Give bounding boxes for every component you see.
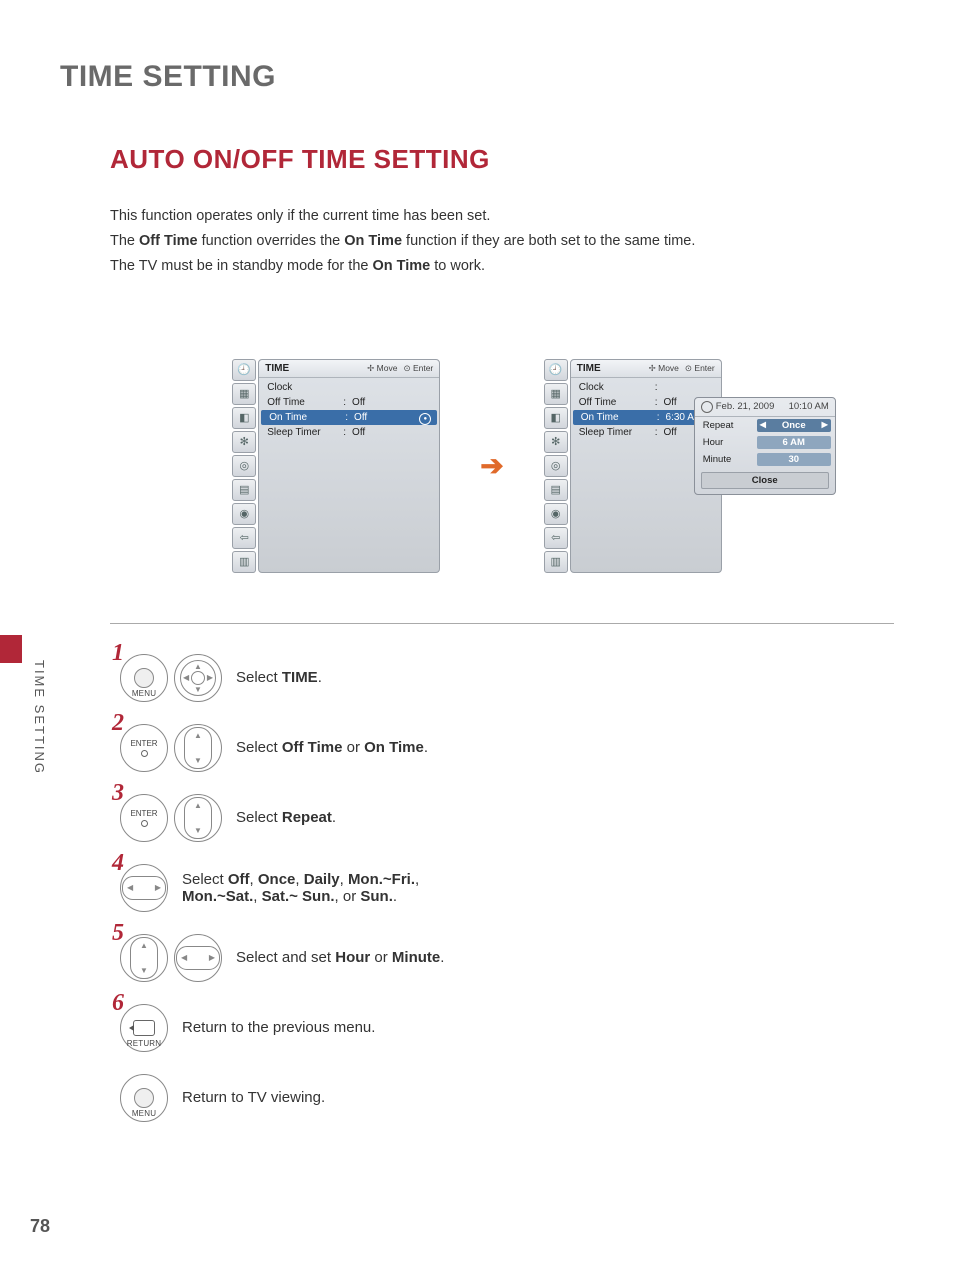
remote-updown-icon: ▲▼	[174, 724, 222, 772]
input-category-icon: ◉	[232, 503, 256, 525]
step-number: 4	[112, 850, 124, 877]
step-7: MENU Return to TV viewing.	[120, 1074, 894, 1122]
side-tab-label: TIME SETTING	[32, 660, 47, 775]
popup-row-repeat: Repeat ◀ Once ▶	[695, 417, 835, 434]
step-number: 6	[112, 990, 124, 1017]
input-category-icon: ◉	[544, 503, 568, 525]
remote-menu-button-icon: MENU	[120, 654, 168, 702]
remote-enter-button-icon: ENTER	[120, 724, 168, 772]
step-number: 3	[112, 780, 124, 807]
steps-list: 1 MENU ▲▼ ◀▶ Select TIME. 2	[120, 654, 894, 1122]
osd-header: TIME ✢ Move ⊙ Enter	[571, 360, 721, 378]
step-4: 4 ◀▶ Select Off, Once, Daily, Mon.~Fri.,…	[120, 864, 894, 912]
audio-category-icon: ◧	[544, 407, 568, 429]
triangle-left-icon: ◀	[760, 420, 766, 429]
section-title: AUTO ON/OFF TIME SETTING	[110, 144, 894, 175]
arrow-right-icon: ➔	[480, 449, 503, 482]
osd-row-clock: Clock	[259, 380, 439, 395]
repeat-field: ◀ Once ▶	[757, 419, 831, 432]
page-number: 78	[30, 1216, 50, 1237]
time-category-icon: 🕘	[232, 359, 256, 381]
step-number: 5	[112, 920, 124, 947]
on-time-popup: Feb. 21, 2009 10:10 AM Repeat ◀ Once ▶ H…	[694, 397, 836, 495]
popup-date: Feb. 21, 2009	[716, 401, 775, 412]
remote-leftright-icon: ◀▶	[174, 934, 222, 982]
intro-line-3: The TV must be in standby mode for the O…	[110, 255, 894, 278]
osd-icon-column: 🕘 ▦ ◧ ✻ ◎ ▤ ◉ ⇦ ▥	[544, 359, 568, 573]
usb-category-icon: ⇦	[544, 527, 568, 549]
popup-header: Feb. 21, 2009 10:10 AM	[695, 398, 835, 417]
osd-title: TIME	[265, 363, 289, 374]
picture-category-icon: ▦	[232, 383, 256, 405]
step-6: 6 RETURN Return to the previous menu.	[120, 1004, 894, 1052]
misc-category-icon: ▥	[544, 551, 568, 573]
osd-panel: TIME ✢ Move ⊙ Enter Clock Off Time : Off	[258, 359, 440, 573]
popup-row-minute: Minute 30	[695, 451, 835, 468]
hint-move-icon: ✢ Move	[367, 363, 397, 374]
step-5: 5 ▲▼ ◀▶ Select and set Hour or Minute.	[120, 934, 894, 982]
remote-updown-icon: ▲▼	[120, 934, 168, 982]
intro-line-1: This function operates only if the curre…	[110, 205, 894, 228]
popup-row-hour: Hour 6 AM	[695, 434, 835, 451]
intro-line-2: The Off Time function overrides the On T…	[110, 230, 894, 253]
hint-enter-icon: ⊙ Enter	[685, 363, 715, 374]
option-category-icon: ▤	[544, 479, 568, 501]
settings-category-icon: ✻	[232, 431, 256, 453]
step-text: Select and set Hour or Minute.	[236, 949, 444, 966]
remote-menu-button-icon: MENU	[120, 1074, 168, 1122]
remote-dpad-icon: ▲▼ ◀▶	[174, 654, 222, 702]
chapter-title: TIME SETTING	[60, 60, 894, 94]
misc-category-icon: ▥	[232, 551, 256, 573]
lock-category-icon: ◎	[232, 455, 256, 477]
osd-screenshot-left: 🕘 ▦ ◧ ✻ ◎ ▤ ◉ ⇦ ▥ TIME ✢ Move ⊙ Enter	[232, 359, 440, 573]
osd-row-sleep-timer: Sleep Timer : Off	[259, 425, 439, 440]
step-3: 3 ENTER ▲▼ Select Repeat.	[120, 794, 894, 842]
osd-row-off-time: Off Time : Off	[259, 395, 439, 410]
remote-leftright-icon: ◀▶	[120, 864, 168, 912]
step-text: Select Off Time or On Time.	[236, 739, 428, 756]
hint-enter-icon: ⊙ Enter	[403, 363, 433, 374]
osd-screenshot-right: 🕘 ▦ ◧ ✻ ◎ ▤ ◉ ⇦ ▥ TIME ✢ Move ⊙ Enter	[544, 359, 722, 573]
step-number: 2	[112, 710, 124, 737]
clock-icon	[701, 401, 713, 413]
time-category-icon: 🕘	[544, 359, 568, 381]
step-text: Return to the previous menu.	[182, 1019, 375, 1036]
remote-enter-button-icon: ENTER	[120, 794, 168, 842]
popup-time: 10:10 AM	[789, 401, 829, 412]
osd-header: TIME ✢ Move ⊙ Enter	[259, 360, 439, 378]
osd-row-clock: Clock :	[571, 380, 721, 395]
triangle-right-icon: ▶	[822, 420, 828, 429]
step-text: Select TIME.	[236, 669, 322, 686]
osd-icon-column: 🕘 ▦ ◧ ✻ ◎ ▤ ◉ ⇦ ▥	[232, 359, 256, 573]
osd-row-on-time-selected: On Time : Off ●	[261, 410, 437, 425]
remote-updown-icon: ▲▼	[174, 794, 222, 842]
option-category-icon: ▤	[232, 479, 256, 501]
hint-move-icon: ✢ Move	[649, 363, 679, 374]
lock-category-icon: ◎	[544, 455, 568, 477]
settings-category-icon: ✻	[544, 431, 568, 453]
remote-return-button-icon: RETURN	[120, 1004, 168, 1052]
osd-title: TIME	[577, 363, 601, 374]
step-text: Select Repeat.	[236, 809, 336, 826]
side-tab-marker	[0, 635, 22, 663]
intro-text: This function operates only if the curre…	[110, 205, 894, 279]
step-number: 1	[112, 640, 124, 667]
step-text: Return to TV viewing.	[182, 1089, 325, 1106]
section-divider	[110, 623, 894, 624]
picture-category-icon: ▦	[544, 383, 568, 405]
popup-close-button: Close	[701, 472, 829, 489]
hour-field: 6 AM	[757, 436, 831, 449]
minute-field: 30	[757, 453, 831, 466]
step-1: 1 MENU ▲▼ ◀▶ Select TIME.	[120, 654, 894, 702]
step-2: 2 ENTER ▲▼ Select Off Time or On Time.	[120, 724, 894, 772]
usb-category-icon: ⇦	[232, 527, 256, 549]
audio-category-icon: ◧	[232, 407, 256, 429]
step-text: Select Off, Once, Daily, Mon.~Fri., Mon.…	[182, 871, 419, 905]
enter-hint-icon: ●	[419, 413, 431, 425]
osd-screenshots-row: 🕘 ▦ ◧ ✻ ◎ ▤ ◉ ⇦ ▥ TIME ✢ Move ⊙ Enter	[60, 359, 894, 573]
